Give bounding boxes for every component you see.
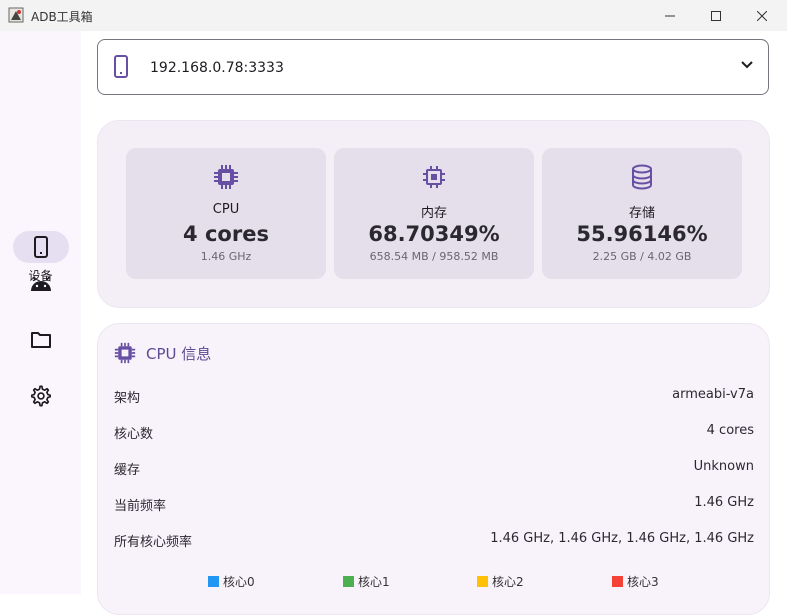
cpu-chip-icon <box>214 165 238 189</box>
info-key: 缓存 <box>114 463 141 478</box>
cpu-info-title: CPU 信息 <box>146 344 212 363</box>
cpu-value: 4 cores <box>183 222 269 246</box>
legend-swatch <box>612 576 623 587</box>
info-key: 核心数 <box>114 427 154 442</box>
legend-core2: 核心2 <box>477 573 524 590</box>
device-selector[interactable]: 192.168.0.78:3333 <box>97 39 769 95</box>
info-value: 1.46 GHz <box>694 495 754 510</box>
legend-core0: 核心0 <box>208 573 255 590</box>
memory-value: 68.70349% <box>368 222 500 246</box>
memory-summary: 内存 68.70349% 658.54 MB / 958.52 MB <box>334 148 534 279</box>
legend-core3: 核心3 <box>612 573 659 590</box>
selected-device: 192.168.0.78:3333 <box>150 60 284 76</box>
rail-item-files[interactable] <box>29 328 53 352</box>
navigation-rail: 设备 <box>0 31 81 594</box>
phone-icon <box>34 236 48 258</box>
info-value: 1.46 GHz, 1.46 GHz, 1.46 GHz, 1.46 GHz <box>490 531 754 546</box>
rail-item-device[interactable] <box>13 231 69 263</box>
legend-label: 核心1 <box>358 575 390 589</box>
storage-value: 55.96146% <box>576 222 708 246</box>
legend-label: 核心0 <box>223 575 255 589</box>
info-value: 4 cores <box>706 423 754 438</box>
legend-swatch <box>477 576 488 587</box>
legend-label: 核心3 <box>627 575 659 589</box>
cpu-label: CPU <box>212 202 240 217</box>
cpu-chip-icon <box>114 342 136 364</box>
legend-core1: 核心1 <box>343 573 390 590</box>
maximize-icon <box>711 10 721 21</box>
storage-usage: 2.25 GB / 4.02 GB <box>592 250 692 263</box>
title-bar: ADB工具箱 <box>0 0 787 31</box>
chevron-down-icon <box>741 61 753 69</box>
window-title: ADB工具箱 <box>31 10 93 24</box>
folder-icon <box>31 332 51 348</box>
memory-label: 内存 <box>420 206 447 221</box>
rail-item-settings[interactable] <box>29 384 53 408</box>
minimize-icon <box>665 15 675 16</box>
legend-label: 核心2 <box>492 575 524 589</box>
info-key: 当前频率 <box>114 499 167 514</box>
maximize-button[interactable] <box>693 0 739 31</box>
app-logo-icon <box>8 7 24 23</box>
storage-summary: 存储 55.96146% 2.25 GB / 4.02 GB <box>542 148 742 279</box>
cpu-info-card: CPU 信息 架构 armeabi-v7a 核心数 4 cores 缓存 Unk… <box>97 323 770 615</box>
memory-chip-icon <box>423 166 445 188</box>
info-value: Unknown <box>693 459 754 474</box>
storage-label: 存储 <box>628 206 655 221</box>
device-summary-card: CPU 4 cores 1.46 GHz 内存 68.70349% 658.54… <box>97 120 770 308</box>
cpu-frequency: 1.46 GHz <box>200 250 252 263</box>
minimize-button[interactable] <box>647 0 693 31</box>
rail-item-android[interactable] <box>29 273 53 297</box>
database-icon <box>632 164 652 190</box>
close-icon <box>757 10 767 21</box>
info-key: 所有核心频率 <box>114 535 193 550</box>
legend-swatch <box>343 576 354 587</box>
cpu-info-header: CPU 信息 <box>114 342 211 364</box>
gear-icon <box>31 385 51 407</box>
info-key: 架构 <box>114 391 141 406</box>
legend-swatch <box>208 576 219 587</box>
close-button[interactable] <box>739 0 785 31</box>
memory-usage: 658.54 MB / 958.52 MB <box>369 250 499 263</box>
android-icon <box>31 277 51 291</box>
info-value: armeabi-v7a <box>672 387 754 402</box>
cpu-summary: CPU 4 cores 1.46 GHz <box>126 148 326 279</box>
phone-icon <box>114 55 128 78</box>
